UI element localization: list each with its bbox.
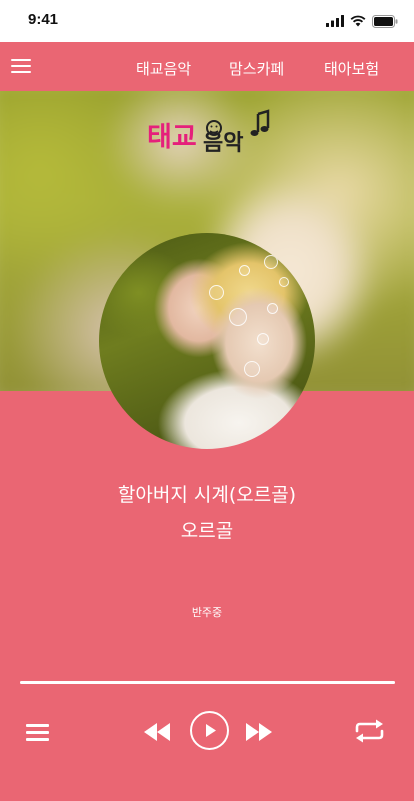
bubble-decoration bbox=[239, 265, 250, 276]
bubble-decoration bbox=[279, 277, 289, 287]
song-artist: 오르골 bbox=[180, 520, 234, 542]
nav-item-fetal-insurance[interactable]: 태아보험 bbox=[324, 58, 379, 79]
song-title: 할아버지 시계(오르골) bbox=[117, 484, 297, 506]
playlist-button[interactable] bbox=[26, 724, 50, 742]
battery-icon bbox=[372, 14, 398, 28]
nav-item-taegyo-music[interactable]: 태교음악 bbox=[136, 58, 191, 79]
bubble-decoration bbox=[264, 255, 278, 269]
music-player-screen: 9:41 태교음악 맘스카페 태아보험 태교 음악 할아버지 시계(오르골) 오… bbox=[0, 0, 414, 801]
play-button[interactable] bbox=[190, 711, 229, 750]
logo-text-part1: 태교 bbox=[147, 122, 197, 153]
status-bar: 9:41 bbox=[0, 0, 414, 42]
previous-button[interactable] bbox=[143, 723, 171, 741]
fast-forward-icon bbox=[246, 723, 272, 741]
progress-fill bbox=[20, 681, 395, 684]
wifi-icon bbox=[350, 15, 366, 27]
signal-icon bbox=[326, 15, 344, 27]
bubble-decoration bbox=[209, 285, 224, 300]
bubble-decoration bbox=[244, 361, 260, 377]
repeat-icon bbox=[355, 719, 384, 743]
music-note-icon bbox=[250, 109, 270, 136]
bubble-decoration bbox=[267, 303, 278, 314]
play-icon bbox=[206, 724, 216, 737]
status-time: 9:41 bbox=[28, 11, 59, 28]
album-art bbox=[99, 233, 315, 449]
bubble-decoration bbox=[257, 333, 269, 345]
rewind-icon bbox=[144, 723, 170, 741]
hamburger-icon[interactable] bbox=[11, 59, 33, 75]
logo-text-part2: 음악 bbox=[203, 131, 243, 154]
nav-item-moms-cafe[interactable]: 맘스카페 bbox=[229, 58, 284, 79]
status-icons bbox=[326, 13, 398, 29]
next-button[interactable] bbox=[245, 723, 273, 741]
logo-graphic: 태교 음악 bbox=[147, 109, 270, 156]
top-navigation: 태교음악 맘스카페 태아보험 bbox=[0, 42, 414, 91]
repeat-button[interactable] bbox=[354, 718, 385, 744]
playback-status: 반주중 bbox=[191, 606, 223, 619]
progress-bar[interactable] bbox=[20, 681, 395, 684]
playlist-icon bbox=[26, 724, 49, 727]
bubble-decoration bbox=[229, 308, 247, 326]
app-logo: 태교 음악 bbox=[147, 108, 272, 156]
